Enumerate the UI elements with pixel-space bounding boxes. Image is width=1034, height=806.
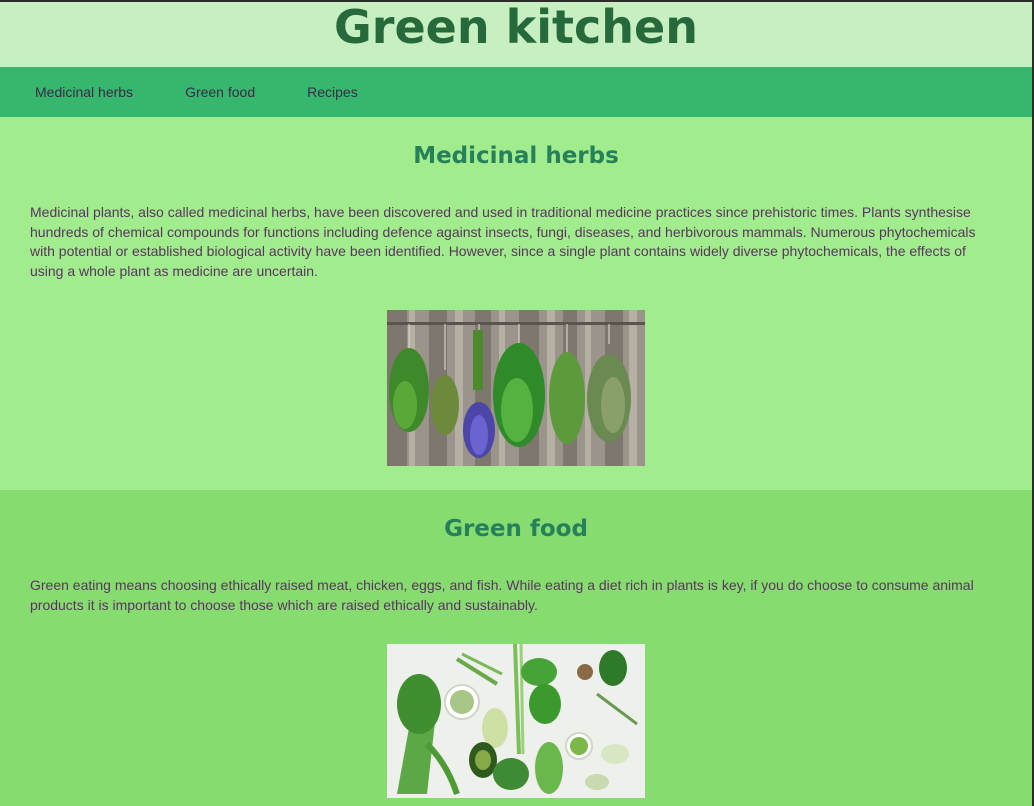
section-text: Green eating means choosing ethically ra… — [30, 577, 974, 613]
section-title: Medicinal herbs — [413, 143, 619, 169]
section-medicinal-herbs: Medicinal herbs Medicinal plants, also c… — [0, 117, 1032, 490]
green-vegetables-picture — [387, 644, 645, 798]
site-header: Green kitchen — [0, 2, 1032, 67]
main-nav: Medicinal herbs Green food Recipes — [0, 67, 1032, 117]
nav-link-recipes[interactable]: Recipes — [307, 84, 358, 100]
section-text: Medicinal plants, also called medicinal … — [30, 204, 976, 279]
section-green-food: Green food Green eating means choosing e… — [0, 490, 1032, 806]
site-title: Green kitchen — [334, 2, 698, 54]
herbs-image — [387, 310, 645, 466]
nav-link-green-food[interactable]: Green food — [185, 84, 255, 100]
page: Green kitchen Medicinal herbs Green food… — [0, 2, 1032, 806]
section-title: Green food — [444, 516, 588, 542]
green-food-image — [387, 644, 645, 798]
hanging-herbs-picture — [387, 310, 645, 466]
nav-link-medicinal-herbs[interactable]: Medicinal herbs — [35, 84, 133, 100]
